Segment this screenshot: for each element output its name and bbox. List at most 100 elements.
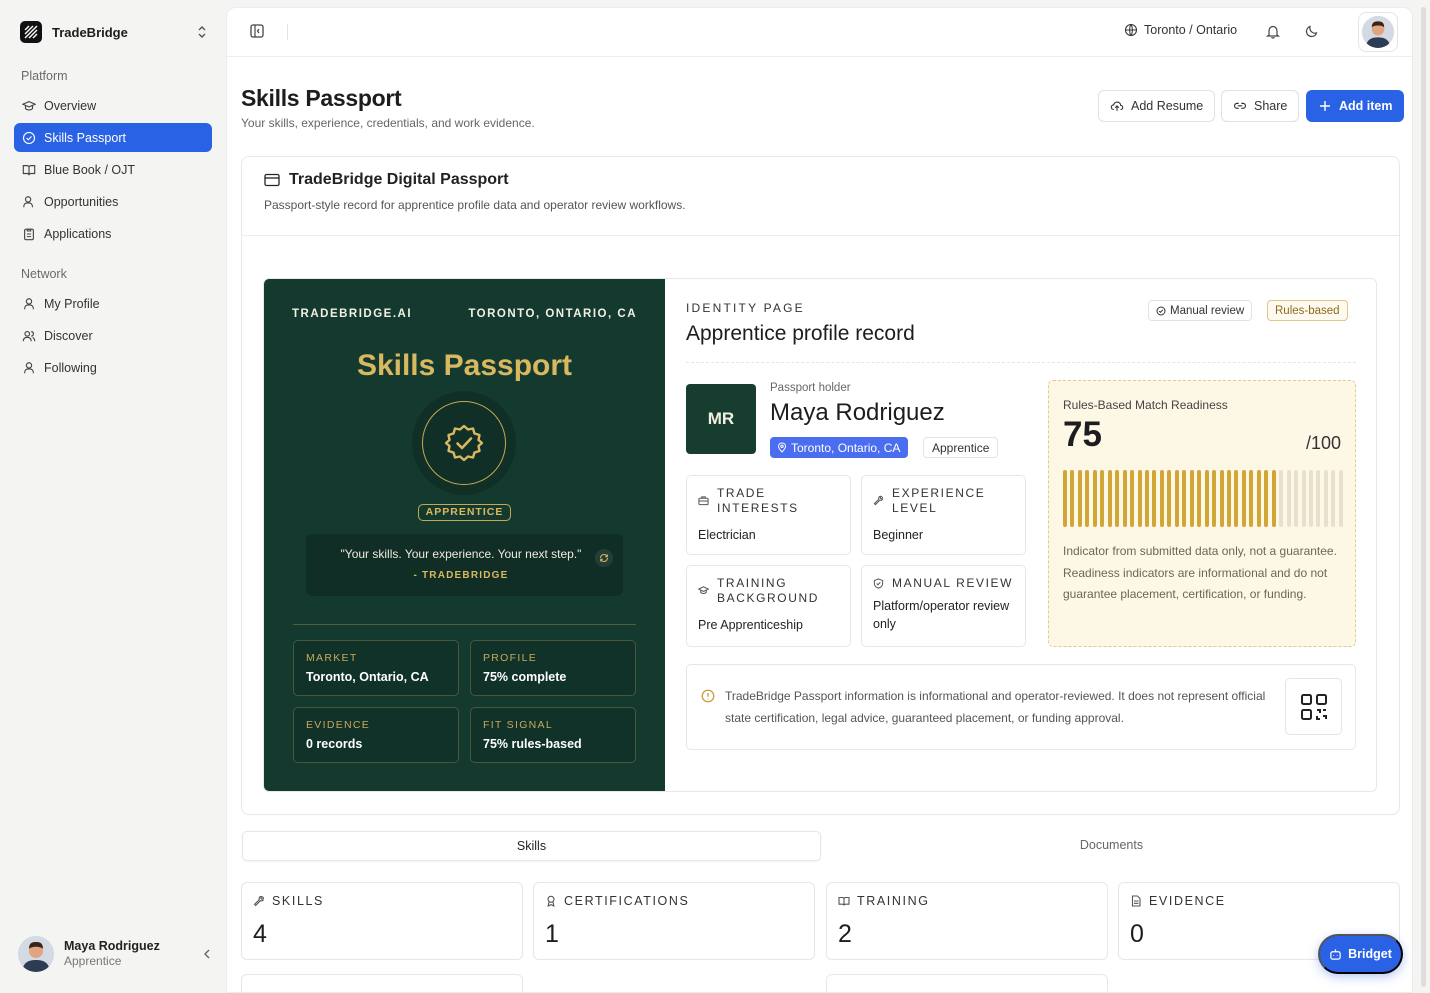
graduation-cap-icon — [698, 586, 709, 595]
summary-value: 4 — [253, 920, 267, 948]
user-menu[interactable]: Maya Rodriguez Apprentice — [18, 934, 212, 974]
identity-title: Apprentice profile record — [686, 322, 915, 345]
refresh-icon — [600, 553, 608, 563]
summary-value: 2 — [838, 920, 852, 948]
sidebar-item-skills-passport[interactable]: Skills Passport — [14, 123, 212, 152]
sidebar-item-following[interactable]: Following — [14, 353, 212, 382]
stat-market: MARKET Toronto, Ontario, CA — [293, 640, 459, 696]
field-label: TRAINING BACKGROUND — [717, 576, 820, 605]
refresh-quote-button[interactable] — [595, 549, 613, 567]
graduation-cap-icon — [22, 100, 36, 111]
qr-code-button[interactable] — [1285, 678, 1342, 735]
field-value: Electrician — [698, 528, 756, 542]
stat-label: MARKET — [306, 652, 358, 664]
chevron-left-icon[interactable] — [202, 948, 212, 960]
book-open-icon — [838, 896, 850, 906]
sidebar-item-label: Following — [44, 360, 97, 375]
nav-section-network: Network — [21, 267, 67, 281]
readiness-segment — [1122, 470, 1127, 527]
check-circle-icon — [1156, 306, 1166, 315]
share-label: Share — [1254, 99, 1288, 113]
identity-page: IDENTITY PAGE Apprentice profile record … — [665, 279, 1376, 791]
holder-label: Passport holder — [770, 382, 851, 394]
field-label: EXPERIENCE LEVEL — [892, 486, 986, 515]
share-button[interactable]: Share — [1221, 90, 1300, 122]
holder-location-chip: Toronto, Ontario, CA — [770, 437, 909, 458]
qr-code-icon — [1300, 693, 1327, 720]
add-resume-button[interactable]: Add Resume — [1098, 90, 1216, 122]
sidebar: TradeBridge Platform Overview Skills Pas… — [0, 0, 226, 993]
tab-skills[interactable]: Skills — [242, 831, 821, 861]
user-search-icon — [23, 195, 34, 207]
stat-value: 75% complete — [483, 670, 567, 684]
page-title: Skills Passport — [241, 85, 402, 111]
location-selector[interactable]: Toronto / Ontario — [1124, 23, 1237, 37]
account-avatar-button[interactable] — [1358, 12, 1398, 52]
summary-value: 1 — [545, 920, 559, 948]
readiness-segment — [1271, 470, 1276, 527]
readiness-segment — [1152, 470, 1157, 527]
sidebar-item-blue-book[interactable]: Blue Book / OJT — [14, 155, 212, 184]
top-bar: Toronto / Ontario — [227, 8, 1412, 57]
sidebar-item-my-profile[interactable]: My Profile — [14, 289, 212, 318]
card-title: TradeBridge Digital Passport — [289, 171, 509, 188]
tab-documents[interactable]: Documents — [822, 831, 1401, 861]
divider — [686, 362, 1356, 363]
field-trade-interests: TRADE INTERESTS Electrician — [686, 475, 851, 555]
readiness-segment — [1159, 470, 1164, 527]
avatar — [1362, 16, 1394, 48]
passport-location: TORONTO, ONTARIO, CA — [468, 308, 637, 320]
stat-label: FIT SIGNAL — [483, 719, 553, 731]
scrollbar[interactable] — [1421, 7, 1426, 987]
passport-tabs: Skills Documents — [242, 831, 1401, 861]
map-pin-icon — [777, 442, 787, 453]
apprentice-badge: APPRENTICE — [418, 504, 511, 521]
page-subtitle: Your skills, experience, credentials, an… — [241, 116, 535, 130]
summary-label: SKILLS — [272, 894, 324, 908]
readiness-segment — [1204, 470, 1209, 527]
sidebar-toggle-icon[interactable] — [249, 23, 265, 39]
stat-profile: PROFILE 75% complete — [470, 640, 636, 696]
digital-passport-card: TradeBridge Digital Passport Passport-st… — [241, 156, 1400, 815]
readiness-segment — [1308, 470, 1313, 527]
badge-check-icon — [22, 131, 36, 144]
sidebar-item-opportunities[interactable]: Opportunities — [14, 187, 212, 216]
field-label: MANUAL REVIEW — [892, 576, 1014, 590]
field-value: Beginner — [873, 528, 924, 542]
readiness-segment — [1130, 470, 1135, 527]
stat-value: 0 records — [306, 737, 363, 751]
link-icon — [1234, 102, 1246, 109]
moon-icon[interactable] — [1305, 24, 1319, 38]
readiness-segment — [1085, 470, 1090, 527]
users-icon — [22, 330, 36, 341]
readiness-segment — [1077, 470, 1082, 527]
chevrons-up-down-icon — [198, 26, 206, 38]
plus-icon — [1320, 101, 1330, 111]
bridget-label: Bridget — [1348, 947, 1392, 961]
divider — [293, 624, 636, 625]
sidebar-item-discover[interactable]: Discover — [14, 321, 212, 350]
summary-training: TRAINING 2 — [826, 882, 1108, 960]
sidebar-item-applications[interactable]: Applications — [14, 219, 212, 248]
sidebar-item-overview[interactable]: Overview — [14, 91, 212, 120]
readiness-segment — [1189, 470, 1194, 527]
readiness-segment — [1100, 470, 1105, 527]
readiness-max: /100 — [1305, 433, 1341, 453]
bridget-assistant-button[interactable]: Bridget — [1318, 934, 1403, 974]
workspace-switcher[interactable]: TradeBridge — [20, 20, 208, 44]
readiness-segment — [1323, 470, 1328, 527]
field-label: TRADE INTERESTS — [717, 486, 799, 515]
summary-certifications: CERTIFICATIONS 1 — [533, 882, 815, 960]
award-icon — [547, 895, 555, 907]
quote-attribution: - TRADEBRIDGE — [413, 570, 509, 581]
user-icon — [24, 297, 34, 309]
briefcase-icon — [698, 496, 709, 506]
quote-box: "Your skills. Your experience. Your next… — [306, 534, 623, 596]
add-item-button[interactable]: Add item — [1306, 90, 1405, 122]
rules-based-pill: Rules-based — [1267, 300, 1348, 321]
readiness-segment — [1226, 470, 1231, 527]
nav-section-platform: Platform — [21, 69, 68, 83]
readiness-segment — [1301, 470, 1306, 527]
main-content: Toronto / Ontario Skills Passport Your s… — [226, 7, 1413, 993]
bell-icon[interactable] — [1266, 24, 1280, 39]
